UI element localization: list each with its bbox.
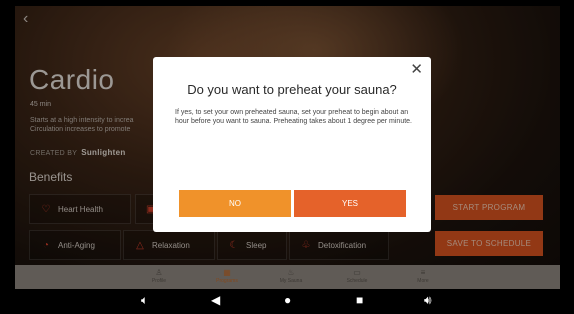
no-button[interactable]: NO — [179, 190, 291, 217]
yes-button[interactable]: YES — [294, 190, 406, 217]
recents-square-icon[interactable]: ■ — [356, 293, 363, 307]
volume-down-icon[interactable]: 🔈︎ — [141, 293, 148, 308]
system-nav-bar: 🔈︎ ◀ ● ■ 🔊︎ — [0, 289, 574, 314]
volume-up-icon[interactable]: 🔊︎ — [424, 293, 432, 308]
home-circle-icon[interactable]: ● — [284, 293, 291, 307]
close-icon[interactable]: ✕ — [410, 60, 423, 78]
dialog-title: Do you want to preheat your sauna? — [187, 82, 397, 97]
back-triangle-icon[interactable]: ◀ — [211, 293, 220, 307]
dialog-body: If yes, to set your own preheated sauna,… — [175, 109, 412, 125]
preheat-dialog: ✕ Do you want to preheat your sauna? If … — [153, 57, 431, 232]
